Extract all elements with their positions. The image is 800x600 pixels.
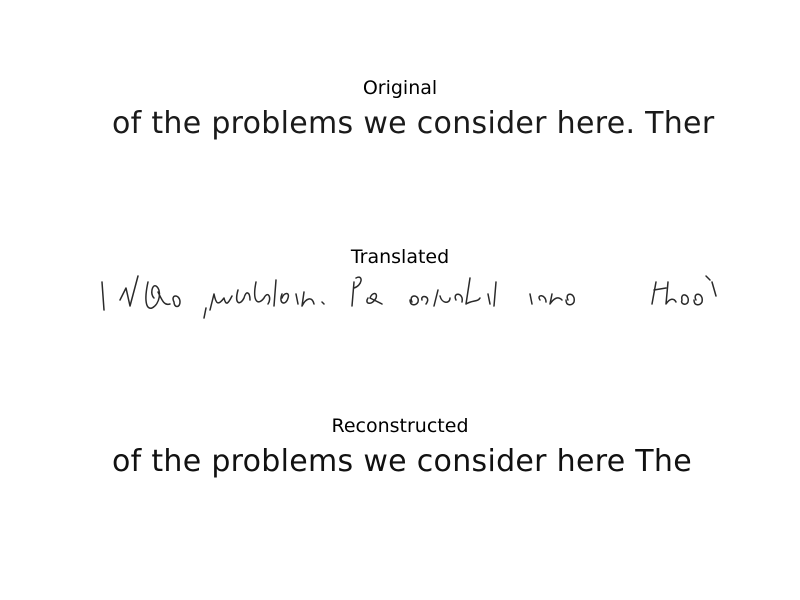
original-title: Original — [362, 77, 438, 99]
handwriting-scribble — [101, 275, 717, 319]
translated-title: Translated — [350, 246, 450, 268]
reconstructed-title: Reconstructed — [331, 415, 469, 437]
reconstructed-text: of the problems we consider here The — [112, 444, 692, 479]
reconstructed-text-strip: of the problems we consider here The — [100, 440, 720, 496]
original-text-strip: of the problems we consider here. Ther — [100, 102, 720, 158]
translated-handwriting-image — [100, 270, 720, 330]
original-text: of the problems we consider here. Ther — [112, 106, 715, 141]
